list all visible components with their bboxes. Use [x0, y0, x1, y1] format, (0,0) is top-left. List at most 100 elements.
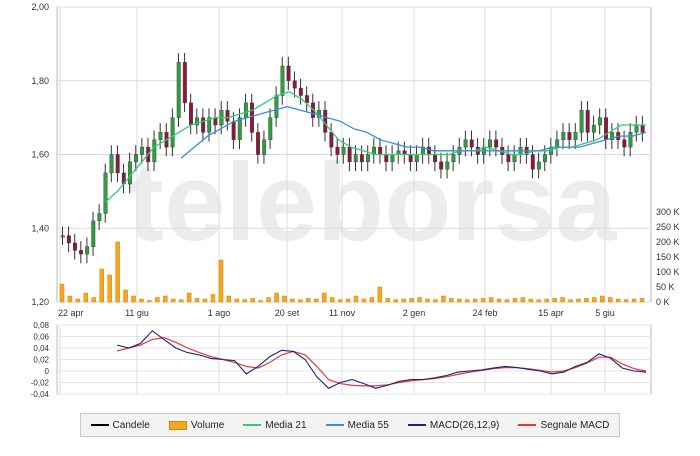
legend-swatch-macd: [407, 424, 426, 426]
volume-bar: [385, 298, 391, 303]
legend-item-candele[interactable]: Candele: [90, 419, 150, 431]
candle: [158, 132, 163, 140]
candle: [182, 62, 187, 104]
volume-bar: [274, 292, 279, 303]
volume-bar: [210, 294, 216, 303]
volume-bar: [163, 295, 168, 303]
candle: [329, 132, 334, 148]
volume-bar: [59, 283, 65, 303]
volume-bar: [155, 297, 160, 303]
macd-tick-label: -0,04: [31, 390, 50, 399]
price-tick-label: 1,80: [31, 76, 49, 86]
volume-bar: [457, 298, 462, 303]
candle: [506, 154, 511, 163]
candle: [115, 154, 120, 174]
candle: [427, 146, 431, 155]
volume-bar: [361, 298, 367, 303]
candle: [176, 62, 181, 118]
candle: [384, 154, 389, 163]
candle: [579, 110, 584, 133]
legend-item-media21[interactable]: Media 21: [243, 420, 307, 431]
volume-tick-label: 50 K: [656, 282, 675, 292]
x-tick-label: 5 giu: [595, 308, 615, 318]
candle: [622, 139, 627, 148]
volume-bar: [608, 297, 613, 303]
x-tick-label: 24 feb: [472, 308, 497, 318]
legend-swatch-media55: [325, 424, 344, 426]
candle: [451, 154, 456, 163]
candle: [390, 154, 395, 163]
volume-bar: [615, 298, 621, 303]
legend-label-candele: Candele: [112, 419, 150, 431]
candle: [378, 146, 383, 155]
price-tick-label: 1,20: [31, 297, 49, 307]
candle: [201, 117, 206, 133]
chart-svg: teleborsa22 apr 11 giu 1 ago 20 set 11 nov 2 …: [31, 2, 680, 399]
volume-bar: [639, 298, 645, 303]
macd-tick-label: 0,08: [33, 321, 49, 330]
volume-bar: [377, 286, 383, 303]
candle: [353, 154, 358, 163]
candle: [256, 132, 261, 155]
candle: [433, 154, 438, 163]
volume-bar: [560, 297, 565, 303]
candle: [366, 154, 370, 163]
volume-bar: [480, 298, 486, 303]
x-tick-label: 11 giu: [125, 308, 149, 318]
volume-bar: [131, 295, 136, 303]
candle: [243, 102, 248, 118]
macd-tick-label: 0: [45, 367, 50, 376]
volume-bar: [306, 298, 311, 303]
candle: [359, 154, 364, 163]
x-tick-label: 22 apr: [58, 308, 84, 318]
legend-item-media55[interactable]: Media 55: [325, 419, 389, 431]
candle: [152, 139, 157, 163]
candle: [567, 132, 572, 140]
volume-bar: [250, 298, 255, 303]
candle: [634, 124, 639, 133]
legend-item-volume[interactable]: Volume: [168, 419, 225, 431]
candle: [60, 235, 65, 238]
candle: [347, 146, 352, 163]
candle: [103, 172, 108, 214]
candle: [237, 117, 242, 140]
volume-bar: [234, 298, 240, 303]
candle: [298, 87, 303, 96]
candle: [335, 146, 340, 155]
volume-tick-label: 150 K: [656, 252, 680, 262]
legend-label-volume: Volume: [190, 419, 225, 431]
price-tick-label: 2,00: [31, 2, 49, 12]
candle: [188, 102, 193, 126]
volume-bar: [290, 298, 295, 303]
candle: [79, 250, 84, 255]
volume-bar: [449, 298, 454, 303]
volume-bar: [592, 297, 597, 303]
volume-bar: [401, 298, 406, 303]
candle: [292, 80, 297, 89]
legend-label-media55: Media 55: [347, 419, 389, 431]
candle: [494, 139, 499, 148]
candle: [585, 110, 590, 133]
candle: [628, 132, 633, 148]
volume-bar: [536, 299, 542, 303]
candle: [268, 117, 273, 140]
candle: [262, 139, 267, 155]
volume-bar: [226, 295, 232, 303]
volume-bar: [107, 274, 112, 303]
legend-item-segnale[interactable]: Segnale MACD: [518, 420, 609, 431]
volume-bar: [139, 298, 144, 303]
volume-tick-label: 100 K: [656, 267, 680, 277]
x-tick-label: 2 gen: [403, 308, 426, 318]
legend-item-macd[interactable]: MACD(26,12,9): [407, 420, 499, 431]
x-tick-label: 20 set: [275, 308, 300, 318]
volume-bar: [147, 300, 152, 303]
x-tick-label: 1 ago: [208, 308, 231, 318]
volume-bar: [369, 297, 375, 303]
volume-bar: [266, 297, 271, 303]
candle: [408, 154, 413, 163]
volume-bar: [202, 298, 208, 303]
volume-bar: [568, 299, 573, 303]
volume-bar: [91, 297, 97, 303]
legend-swatch-volume: [168, 420, 187, 430]
volume-bar: [83, 292, 89, 303]
